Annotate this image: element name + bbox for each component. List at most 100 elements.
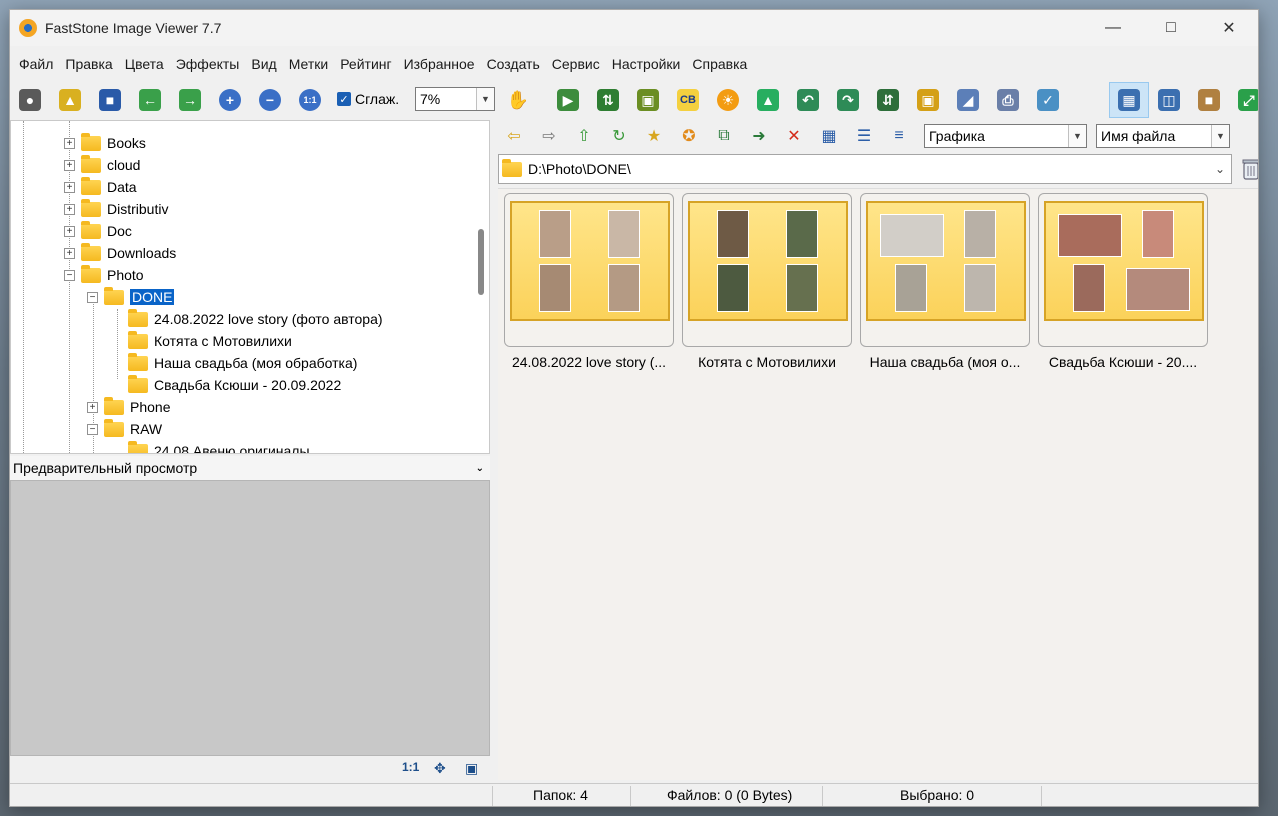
thumbnail-folder[interactable] (860, 193, 1030, 347)
menu-help[interactable]: Справка (686, 56, 753, 72)
up-folder-icon[interactable]: ⇧ (572, 124, 596, 148)
collapse-chevron-icon[interactable]: ⌄ (476, 463, 484, 474)
resize-icon[interactable]: ⇅ (594, 86, 622, 114)
expand-icon[interactable]: + (87, 401, 98, 413)
smooth-checkbox[interactable]: ✓ Сглаж. (337, 91, 399, 107)
new-folder-icon[interactable]: ✪ (677, 124, 701, 148)
next-icon[interactable]: → (176, 86, 204, 114)
thumbnail-folder[interactable] (504, 193, 674, 347)
collapse-icon[interactable]: − (64, 269, 75, 281)
actual-size-icon[interactable]: 1:1 (296, 86, 324, 114)
chevron-down-icon[interactable]: ⌄ (1215, 162, 1225, 176)
expand-icon[interactable]: + (64, 203, 75, 215)
recycle-bin-icon[interactable] (1241, 158, 1258, 180)
move-to-icon[interactable]: ➜ (747, 124, 771, 148)
tree-item-kittens[interactable]: Котята с Мотовилихи (128, 330, 292, 352)
tree-item-done[interactable]: − DONE (87, 286, 175, 308)
thumbnails-view-icon[interactable]: ▦ (817, 124, 841, 148)
menu-edit[interactable]: Правка (59, 56, 118, 72)
menu-settings[interactable]: Настройки (606, 56, 687, 72)
menu-effects[interactable]: Эффекты (170, 56, 246, 72)
slideshow-icon[interactable]: ▶ (554, 86, 582, 114)
collapse-icon[interactable]: − (87, 423, 98, 435)
tree-item-cloud[interactable]: + cloud (64, 154, 140, 176)
chevron-down-icon[interactable]: ▼ (476, 88, 494, 110)
tree-item-books[interactable]: + Books (64, 132, 146, 154)
tree-item-data[interactable]: + Data (64, 176, 137, 198)
tree-item-aveniu-originals[interactable]: 24.08 Авеню оригиналы (128, 440, 310, 453)
folder-tree[interactable]: + Books + cloud + Data + Distributiv + D… (10, 120, 490, 454)
effects-sun-icon[interactable]: ☀ (714, 86, 742, 114)
scanner-icon[interactable]: ◢ (954, 86, 982, 114)
expand-icon[interactable]: + (64, 181, 75, 193)
collapse-icon[interactable]: − (87, 291, 98, 303)
menu-file[interactable]: Файл (13, 56, 59, 72)
print-icon[interactable]: ⎙ (994, 86, 1022, 114)
copy-to-icon[interactable]: ⧉ (712, 124, 736, 148)
previous-icon[interactable]: ← (136, 86, 164, 114)
tree-item-downloads[interactable]: + Downloads (64, 242, 176, 264)
menu-create[interactable]: Создать (481, 56, 546, 72)
tree-scrollbar-thumb[interactable] (478, 229, 484, 295)
minimize-button[interactable]: — (1084, 10, 1142, 46)
close-button[interactable]: ✕ (1200, 10, 1258, 46)
crop-icon[interactable]: ▣ (634, 86, 662, 114)
open-folder-icon[interactable]: ▲ (56, 86, 84, 114)
favorites-icon[interactable]: ★ (642, 124, 666, 148)
chevron-down-icon[interactable]: ▼ (1068, 125, 1086, 147)
tree-item-photo[interactable]: − Photo (64, 264, 144, 286)
tree-item-distributiv[interactable]: + Distributiv (64, 198, 168, 220)
window-title: FastStone Image Viewer 7.7 (45, 20, 222, 36)
thumbnail-grid[interactable] (498, 188, 1258, 780)
wallpaper-icon[interactable]: ▣ (914, 86, 942, 114)
chevron-down-icon[interactable]: ▼ (1211, 125, 1229, 147)
save-icon[interactable]: ■ (96, 86, 124, 114)
ratio-button[interactable]: 1:1 (402, 760, 419, 774)
path-input[interactable]: D:\Photo\DONE\ ⌄ (498, 154, 1232, 184)
rotate-left-icon[interactable]: ↶ (794, 86, 822, 114)
thumbnail-folder[interactable] (1038, 193, 1208, 347)
tree-item-ksyusha-wedding[interactable]: Свадьба Ксюши - 20.09.2022 (128, 374, 341, 396)
menu-tools[interactable]: Сервис (546, 56, 606, 72)
zoom-out-icon[interactable]: − (256, 86, 284, 114)
settings-check-icon[interactable]: ✓ (1034, 86, 1062, 114)
preview-view-icon[interactable]: ■ (1189, 82, 1229, 118)
list-view-icon[interactable]: ☰ (852, 124, 876, 148)
expand-icon[interactable]: + (64, 137, 75, 149)
fullsize-icon[interactable]: ▣ (465, 760, 478, 777)
tree-item-phone[interactable]: + Phone (87, 396, 170, 418)
explorer-view-icon[interactable]: ◫ (1149, 82, 1189, 118)
expand-icon[interactable]: + (64, 225, 75, 237)
hand-pan-icon[interactable]: ✋ (504, 86, 532, 114)
tree-item-love-story[interactable]: 24.08.2022 love story (фото автора) (128, 308, 383, 330)
menu-rating[interactable]: Рейтинг (334, 56, 397, 72)
flip-icon[interactable]: ⇵ (874, 86, 902, 114)
zoom-combo[interactable]: 7% ▼ (415, 87, 495, 111)
tree-item-raw[interactable]: − RAW (87, 418, 162, 440)
browser-view-icon[interactable]: ▦ (1109, 82, 1149, 118)
menu-view[interactable]: Вид (245, 56, 282, 72)
menu-colors[interactable]: Цвета (119, 56, 170, 72)
expand-icon[interactable]: + (64, 247, 75, 259)
forward-arrow-icon[interactable]: ⇨ (537, 124, 561, 148)
camera-icon[interactable]: ● (16, 86, 44, 114)
refresh-icon[interactable]: ↻ (607, 124, 631, 148)
color-balance-icon[interactable]: CB (674, 86, 702, 114)
delete-icon[interactable]: ✕ (782, 124, 806, 148)
fullscreen-icon[interactable]: ⤢ (1229, 82, 1258, 118)
rotate-right-icon[interactable]: ↷ (834, 86, 862, 114)
stamp-icon[interactable]: ▲ (754, 86, 782, 114)
maximize-button[interactable]: □ (1142, 10, 1200, 46)
thumbnail-folder[interactable] (682, 193, 852, 347)
zoom-in-icon[interactable]: + (216, 86, 244, 114)
sort-order-select[interactable]: Имя файла ▼ (1096, 124, 1230, 148)
back-arrow-icon[interactable]: ⇦ (502, 124, 526, 148)
fit-icon[interactable]: ✥ (434, 760, 446, 777)
expand-icon[interactable]: + (64, 159, 75, 171)
menu-favorites[interactable]: Избранное (398, 56, 481, 72)
menu-tags[interactable]: Метки (283, 56, 335, 72)
tree-item-our-wedding[interactable]: Наша свадьба (моя обработка) (128, 352, 357, 374)
tree-item-doc[interactable]: + Doc (64, 220, 132, 242)
file-type-filter[interactable]: Графика ▼ (924, 124, 1087, 148)
details-view-icon[interactable]: ≡ (887, 124, 911, 148)
